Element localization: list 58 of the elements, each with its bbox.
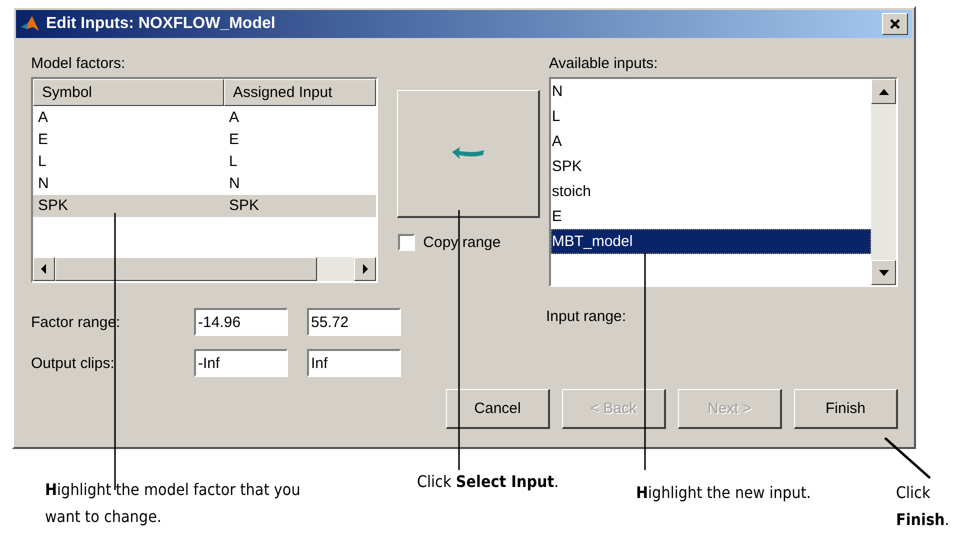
min-field[interactable]: -14.96 — [194, 308, 288, 336]
scroll-down-button[interactable] — [871, 260, 896, 285]
table-row[interactable]: L L — [33, 151, 376, 173]
scroll-left-button[interactable] — [33, 257, 55, 281]
table-row[interactable]: N N — [33, 173, 376, 195]
table-row[interactable]: A A — [33, 107, 376, 129]
max-field[interactable]: Inf — [307, 349, 401, 377]
down-arrow-icon — [878, 270, 888, 276]
table-cell-text: E — [37, 130, 50, 150]
output-clips-label: Output clips: — [31, 354, 116, 372]
vertical-scrollbar[interactable] — [871, 79, 896, 285]
right-arrow-icon — [361, 264, 370, 274]
dialog-button[interactable]: Cancel — [446, 389, 550, 429]
table-cell-text: A — [37, 108, 50, 128]
list-item[interactable]: L — [550, 104, 871, 129]
table-cell-text: N — [37, 174, 50, 194]
list-item[interactable]: E — [550, 204, 871, 229]
table-cell-text: L — [37, 152, 48, 172]
dialog-button[interactable]: Finish — [794, 389, 898, 429]
table-cell-text: L — [228, 152, 238, 172]
left-arrow-icon — [40, 264, 48, 274]
table-cell-text: A — [228, 108, 240, 128]
close-icon — [889, 18, 901, 30]
table-row[interactable]: SPK SPK — [33, 195, 376, 217]
callout-text: Click Select Input. — [417, 471, 559, 493]
column-header[interactable]: Symbol — [33, 79, 224, 106]
peak-icon — [20, 14, 40, 34]
horizontal-scrollbar[interactable] — [33, 257, 376, 281]
table-cell-text: SPK — [37, 196, 70, 216]
scroll-right-button[interactable] — [354, 257, 376, 281]
leader-line — [884, 437, 931, 479]
close-button[interactable] — [882, 13, 908, 35]
table-cell-text: N — [228, 174, 240, 194]
min-field[interactable]: -Inf — [194, 349, 288, 377]
arrow-icon — [450, 146, 486, 162]
list-item[interactable]: MBT_model — [550, 229, 871, 254]
list-item[interactable]: N — [550, 79, 871, 104]
scroll-thumb[interactable] — [55, 257, 317, 281]
model-factors-label: Model factors: — [31, 56, 126, 74]
table-cell-text: SPK — [228, 196, 260, 216]
available-inputs-label: Available inputs: — [548, 56, 659, 74]
table-cell-text: E — [228, 130, 240, 150]
scroll-up-button[interactable] — [871, 79, 896, 104]
column-header[interactable]: Assigned Input — [224, 79, 376, 106]
select-input-button[interactable] — [397, 90, 540, 218]
table-row[interactable]: E E — [33, 129, 376, 151]
up-arrow-icon — [878, 88, 888, 94]
callout-text: Highlight the model factor that you want to change. — [45, 479, 302, 528]
list-item[interactable]: SPK — [550, 154, 871, 179]
copy-range-checkbox[interactable] — [398, 234, 416, 251]
callout-text: Click Finish. — [896, 482, 950, 531]
input-range-label: Input range: — [546, 308, 626, 327]
list-item[interactable]: stoich — [550, 179, 871, 204]
callout-text: Highlight the new input. — [636, 482, 811, 504]
window-title: Edit Inputs: NOXFLOW_Model — [46, 15, 276, 33]
list-item[interactable]: A — [550, 129, 871, 154]
copy-range-label: Copy range — [423, 234, 501, 251]
max-field[interactable]: 55.72 — [307, 308, 401, 336]
